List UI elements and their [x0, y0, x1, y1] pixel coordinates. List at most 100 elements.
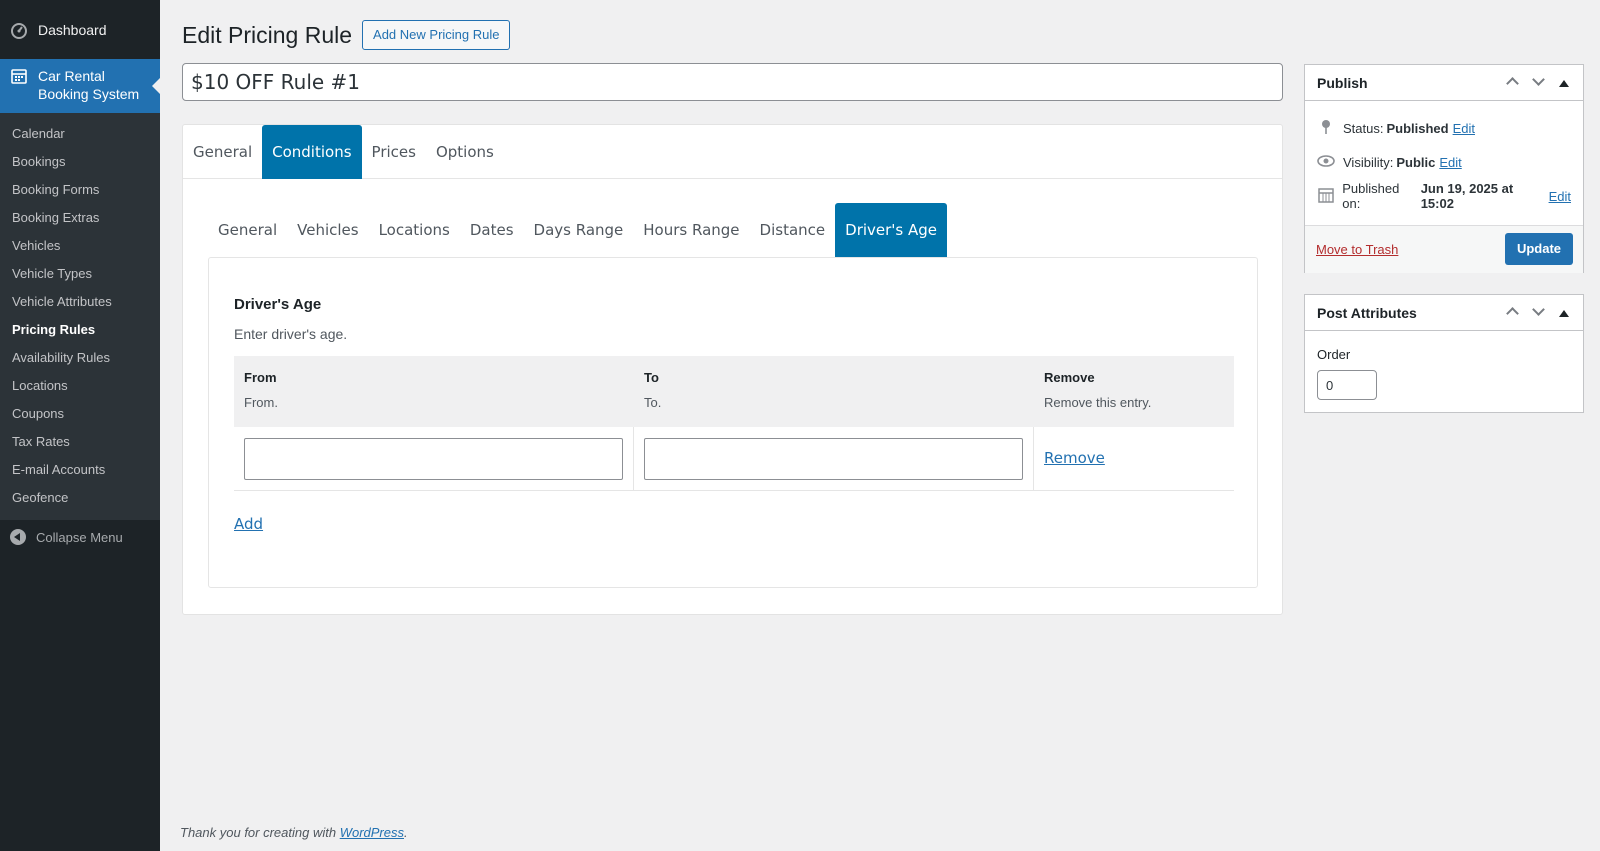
menu-car-rental[interactable]: Car Rental Booking System — [0, 59, 160, 113]
edit-visibility-link[interactable]: Edit — [1439, 155, 1461, 170]
sidebar-item-vehicle-attributes[interactable]: Vehicle Attributes — [0, 288, 160, 316]
menu-car-rental-label: Car Rental Booking System — [38, 68, 140, 102]
collapse-icon — [10, 529, 26, 545]
move-up-icon[interactable] — [1499, 75, 1525, 91]
sidebar-item-booking-forms[interactable]: Booking Forms — [0, 176, 160, 204]
visibility-label: Visibility: — [1343, 154, 1394, 170]
to-input[interactable] — [644, 438, 1023, 480]
post-attributes-title: Post Attributes — [1317, 304, 1417, 321]
published-on-row: Published on: Jun 19, 2025 at 15:02 Edit — [1317, 179, 1571, 213]
sidebar-item-tax-rates[interactable]: Tax Rates — [0, 428, 160, 456]
eye-icon — [1317, 154, 1335, 170]
sidebar-item-bookings[interactable]: Bookings — [0, 148, 160, 176]
publish-box-title: Publish — [1317, 74, 1368, 91]
condition-tab-locations[interactable]: Locations — [369, 203, 460, 257]
sidebar-item-coupons[interactable]: Coupons — [0, 400, 160, 428]
table-row: Remove — [234, 427, 1234, 491]
collapse-menu-button[interactable]: Collapse Menu — [0, 520, 160, 554]
table-header: From From. To To. Remove Remove this ent… — [234, 356, 1234, 427]
sidebar-item-vehicles[interactable]: Vehicles — [0, 232, 160, 260]
condition-tab-vehicles[interactable]: Vehicles — [287, 203, 368, 257]
move-down-icon[interactable] — [1525, 303, 1551, 321]
publish-box-header: Publish — [1305, 65, 1583, 101]
visibility-row: Visibility: Public Edit — [1317, 145, 1571, 179]
footer-text: Thank you for creating with — [180, 825, 340, 840]
condition-tab-dates[interactable]: Dates — [460, 203, 524, 257]
sidebar-item-vehicle-types[interactable]: Vehicle Types — [0, 260, 160, 288]
column-remove-title: Remove — [1044, 370, 1095, 385]
footer-end: . — [404, 825, 408, 840]
sidebar-item-email-accounts[interactable]: E-mail Accounts — [0, 456, 160, 484]
remove-cell: Remove — [1034, 427, 1234, 490]
toggle-panel-icon[interactable] — [1551, 306, 1577, 320]
condition-tab-days-range[interactable]: Days Range — [524, 203, 634, 257]
column-from-title: From — [244, 370, 277, 385]
column-from-desc: From. — [244, 395, 278, 410]
sidebar-item-booking-extras[interactable]: Booking Extras — [0, 204, 160, 232]
column-to: To To. — [634, 356, 1034, 427]
published-label: Published on: — [1342, 181, 1400, 211]
add-new-pricing-rule-button[interactable]: Add New Pricing Rule — [362, 20, 511, 50]
page-header: Edit Pricing Rule Add New Pricing Rule — [182, 20, 511, 50]
dashboard-icon — [10, 21, 28, 39]
tab-conditions[interactable]: Conditions — [262, 125, 362, 179]
condition-tab-hours-range[interactable]: Hours Range — [633, 203, 749, 257]
visibility-value: Public — [1396, 154, 1436, 170]
sidebar-item-pricing-rules[interactable]: Pricing Rules — [0, 316, 160, 344]
section-title: Driver's Age — [234, 296, 322, 313]
sidebar-item-availability-rules[interactable]: Availability Rules — [0, 344, 160, 372]
add-link[interactable]: Add — [234, 515, 263, 533]
condition-tabs: General Vehicles Locations Dates Days Ra… — [208, 203, 948, 257]
wordpress-link[interactable]: WordPress — [340, 825, 404, 840]
toggle-panel-icon[interactable] — [1551, 76, 1577, 90]
sidebar-item-geofence[interactable]: Geofence — [0, 484, 160, 512]
column-remove: Remove Remove this entry. — [1034, 356, 1234, 427]
tab-options[interactable]: Options — [426, 125, 504, 179]
publish-misc: Status: Published Edit Visibility: Publi… — [1305, 101, 1583, 213]
post-attributes-box: Post Attributes Order — [1304, 294, 1584, 413]
sidebar-item-calendar[interactable]: Calendar — [0, 120, 160, 148]
status-row: Status: Published Edit — [1317, 111, 1571, 145]
order-input[interactable] — [1317, 370, 1377, 400]
status-value: Published — [1386, 120, 1449, 136]
post-attributes-header: Post Attributes — [1305, 295, 1583, 331]
remove-link[interactable]: Remove — [1044, 449, 1105, 467]
edit-date-link[interactable]: Edit — [1549, 189, 1571, 204]
main-tabs: General Conditions Prices Options — [183, 125, 1282, 179]
publish-box: Publish Status: Published Edit Visibilit… — [1304, 64, 1584, 273]
collapse-menu-label: Collapse Menu — [36, 529, 123, 545]
condition-tab-general[interactable]: General — [208, 203, 287, 257]
calendar-icon — [1317, 187, 1334, 206]
sidebar-item-locations[interactable]: Locations — [0, 372, 160, 400]
column-from: From From. — [234, 356, 634, 427]
post-title-input[interactable] — [182, 63, 1283, 101]
menu-dashboard[interactable]: Dashboard — [0, 0, 160, 59]
column-to-title: To — [644, 370, 659, 385]
submenu: Calendar Bookings Booking Forms Booking … — [0, 113, 160, 520]
drivers-age-section: Driver's Age Enter driver's age. From Fr… — [208, 257, 1258, 588]
column-remove-desc: Remove this entry. — [1044, 395, 1152, 410]
status-label: Status: — [1343, 120, 1384, 136]
condition-tab-drivers-age[interactable]: Driver's Age — [835, 203, 948, 257]
box-controls — [1499, 65, 1577, 101]
from-cell — [234, 427, 634, 490]
menu-dashboard-label: Dashboard — [38, 21, 107, 38]
tab-general[interactable]: General — [183, 125, 262, 179]
admin-sidebar: Dashboard Car Rental Booking System Cale… — [0, 0, 160, 851]
tab-prices[interactable]: Prices — [362, 125, 426, 179]
from-input[interactable] — [244, 438, 623, 480]
pricing-rule-panel: General Conditions Prices Options Genera… — [182, 124, 1283, 615]
move-down-icon[interactable] — [1525, 73, 1551, 91]
move-to-trash-link[interactable]: Move to Trash — [1316, 242, 1398, 257]
move-up-icon[interactable] — [1499, 305, 1525, 321]
to-cell — [634, 427, 1034, 490]
publish-actions: Move to Trash Update — [1305, 225, 1583, 273]
condition-tab-distance[interactable]: Distance — [750, 203, 836, 257]
edit-status-link[interactable]: Edit — [1453, 121, 1475, 136]
box-controls — [1499, 295, 1577, 331]
calendar-icon — [10, 67, 28, 85]
update-button[interactable]: Update — [1505, 233, 1573, 265]
drivers-age-table: From From. To To. Remove Remove this ent… — [234, 356, 1234, 491]
footer: Thank you for creating with WordPress. — [180, 825, 408, 840]
column-to-desc: To. — [644, 395, 662, 410]
